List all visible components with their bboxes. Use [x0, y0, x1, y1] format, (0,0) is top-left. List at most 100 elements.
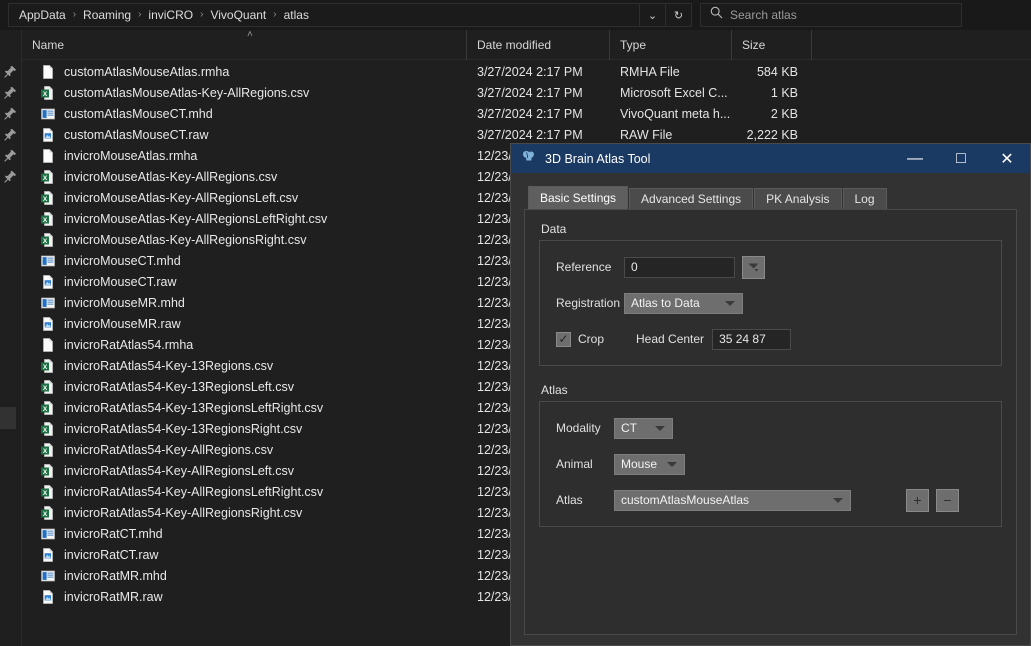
data-group-title: Data — [539, 222, 1002, 236]
file-name-cell[interactable]: invicroRatCT.mhd — [22, 526, 467, 542]
file-name-cell[interactable]: XinvicroRatAtlas54-Key-13Regions.csv — [22, 358, 467, 374]
dialog-title-text: 3D Brain Atlas Tool — [545, 152, 892, 166]
tab-log[interactable]: Log — [843, 188, 887, 209]
column-header-name-label: Name — [32, 38, 64, 52]
file-name-cell[interactable]: XinvicroRatAtlas54-Key-AllRegionsLeft.cs… — [22, 463, 467, 479]
file-name-cell[interactable]: XinvicroMouseAtlas-Key-AllRegions.csv — [22, 169, 467, 185]
file-name-cell[interactable]: XinvicroRatAtlas54-Key-AllRegionsLeftRig… — [22, 484, 467, 500]
refresh-icon[interactable]: ↻ — [665, 3, 691, 27]
file-name-cell[interactable]: invicroMouseMR.mhd — [22, 295, 467, 311]
svg-text:X: X — [43, 426, 48, 433]
mhd-file-icon — [40, 526, 56, 542]
reference-input[interactable]: 0 — [624, 257, 735, 278]
file-name-cell[interactable]: XinvicroMouseAtlas-Key-AllRegionsRight.c… — [22, 232, 467, 248]
pin-icon[interactable] — [3, 64, 18, 79]
dialog-title-bar[interactable]: 3D Brain Atlas Tool — □ ✕ — [511, 144, 1030, 173]
file-name-cell[interactable]: invicroMouseMR.raw — [22, 316, 467, 332]
table-row[interactable]: customAtlasMouseAtlas.rmha3/27/2024 2:17… — [22, 61, 1031, 82]
file-name-cell[interactable]: XinvicroRatAtlas54-Key-13RegionsRight.cs… — [22, 421, 467, 437]
pin-icon[interactable] — [3, 127, 18, 142]
add-atlas-button[interactable]: + — [906, 489, 929, 512]
file-size-cell: 1 KB — [732, 86, 812, 100]
file-name-cell[interactable]: invicroRatMR.raw — [22, 589, 467, 605]
pin-icon[interactable] — [3, 85, 18, 100]
chevron-down-icon[interactable]: ⌄ — [639, 3, 665, 27]
head-center-input[interactable]: 35 24 87 — [712, 329, 791, 350]
search-input[interactable]: Search atlas — [700, 3, 962, 27]
crop-checkbox[interactable]: ✓ — [556, 332, 571, 347]
file-name-label: customAtlasMouseCT.mhd — [64, 107, 213, 121]
file-name-label: invicroMouseAtlas-Key-AllRegionsLeftRigh… — [64, 212, 327, 226]
column-header-type[interactable]: Type — [610, 30, 732, 60]
file-name-cell[interactable]: XinvicroMouseAtlas-Key-AllRegionsLeft.cs… — [22, 190, 467, 206]
raw-file-icon — [40, 547, 56, 563]
file-name-label: invicroRatAtlas54.rmha — [64, 338, 193, 352]
pin-icon[interactable] — [3, 106, 18, 121]
column-header-name[interactable]: Name ˄ — [22, 30, 467, 60]
registration-select[interactable]: Atlas to Data — [624, 293, 743, 314]
svg-text:X: X — [43, 195, 48, 202]
file-name-label: invicroRatAtlas54-Key-13RegionsLeft.csv — [64, 380, 294, 394]
breadcrumb-item-invicro[interactable]: inviCRO — [143, 4, 198, 26]
file-name-cell[interactable]: customAtlasMouseAtlas.rmha — [22, 64, 467, 80]
breadcrumb-item-roaming[interactable]: Roaming — [78, 4, 136, 26]
modality-select[interactable]: CT — [614, 418, 673, 439]
file-name-cell[interactable]: XinvicroRatAtlas54-Key-AllRegions.csv — [22, 442, 467, 458]
basic-settings-panel: Data Reference 0 Registration — [524, 209, 1017, 635]
file-name-cell[interactable]: customAtlasMouseCT.raw — [22, 127, 467, 143]
column-header-size[interactable]: Size — [732, 30, 812, 60]
file-name-label: invicroRatCT.mhd — [64, 527, 163, 541]
generic-file-icon — [40, 337, 56, 353]
table-row[interactable]: XcustomAtlasMouseAtlas-Key-AllRegions.cs… — [22, 82, 1031, 103]
mhd-file-icon — [40, 106, 56, 122]
file-name-cell[interactable]: invicroRatMR.mhd — [22, 568, 467, 584]
file-name-cell[interactable]: XinvicroMouseAtlas-Key-AllRegionsLeftRig… — [22, 211, 467, 227]
file-date-cell: 3/27/2024 2:17 PM — [467, 107, 610, 121]
brain-atlas-icon — [521, 149, 536, 168]
table-row[interactable]: customAtlasMouseCT.mhd3/27/2024 2:17 PMV… — [22, 103, 1031, 124]
animal-select[interactable]: Mouse — [614, 454, 685, 475]
pin-icon[interactable] — [3, 148, 18, 163]
file-name-cell[interactable]: XcustomAtlasMouseAtlas-Key-AllRegions.cs… — [22, 85, 467, 101]
breadcrumb[interactable]: AppData › Roaming › inviCRO › VivoQuant … — [8, 3, 692, 27]
tab-basic-settings[interactable]: Basic Settings — [528, 186, 628, 209]
pin-icon[interactable] — [3, 169, 18, 184]
file-name-cell[interactable]: customAtlasMouseCT.mhd — [22, 106, 467, 122]
raw-file-icon — [40, 127, 56, 143]
file-name-cell[interactable]: invicroRatCT.raw — [22, 547, 467, 563]
raw-file-icon — [40, 316, 56, 332]
minimize-button[interactable]: — — [892, 144, 938, 173]
tab-advanced-settings[interactable]: Advanced Settings — [629, 188, 753, 209]
breadcrumb-item-appdata[interactable]: AppData — [14, 4, 71, 26]
svg-text:X: X — [43, 468, 48, 475]
reference-dropdown-button[interactable] — [742, 256, 765, 279]
breadcrumb-item-vivoquant[interactable]: VivoQuant — [205, 4, 271, 26]
file-name-label: invicroRatAtlas54-Key-13RegionsLeftRight… — [64, 401, 323, 415]
file-name-cell[interactable]: XinvicroRatAtlas54-Key-13RegionsLeftRigh… — [22, 400, 467, 416]
file-name-cell[interactable]: XinvicroRatAtlas54-Key-AllRegionsRight.c… — [22, 505, 467, 521]
excel-file-icon: X — [40, 190, 56, 206]
search-icon — [710, 6, 723, 24]
file-name-label: invicroRatAtlas54-Key-AllRegionsRight.cs… — [64, 506, 302, 520]
file-name-label: customAtlasMouseAtlas.rmha — [64, 65, 229, 79]
tab-pk-analysis[interactable]: PK Analysis — [754, 188, 841, 209]
close-button[interactable]: ✕ — [984, 144, 1030, 173]
excel-file-icon: X — [40, 505, 56, 521]
maximize-button[interactable]: □ — [938, 144, 984, 173]
file-name-cell[interactable]: invicroRatAtlas54.rmha — [22, 337, 467, 353]
remove-atlas-button[interactable]: − — [936, 489, 959, 512]
file-name-cell[interactable]: invicroMouseCT.mhd — [22, 253, 467, 269]
excel-file-icon: X — [40, 421, 56, 437]
excel-file-icon: X — [40, 484, 56, 500]
modality-row: Modality CT — [556, 416, 985, 440]
mhd-file-icon — [40, 253, 56, 269]
file-name-cell[interactable]: XinvicroRatAtlas54-Key-13RegionsLeft.csv — [22, 379, 467, 395]
breadcrumb-item-atlas[interactable]: atlas — [279, 4, 314, 26]
file-name-cell[interactable]: invicroMouseCT.raw — [22, 274, 467, 290]
file-name-cell[interactable]: invicroMouseAtlas.rmha — [22, 148, 467, 164]
column-header-date-modified[interactable]: Date modified — [467, 30, 610, 60]
rail-highlight-chip[interactable] — [0, 407, 16, 429]
table-row[interactable]: customAtlasMouseCT.raw3/27/2024 2:17 PMR… — [22, 124, 1031, 145]
atlas-group-title: Atlas — [539, 383, 1002, 397]
atlas-select[interactable]: customAtlasMouseAtlas — [614, 490, 851, 511]
